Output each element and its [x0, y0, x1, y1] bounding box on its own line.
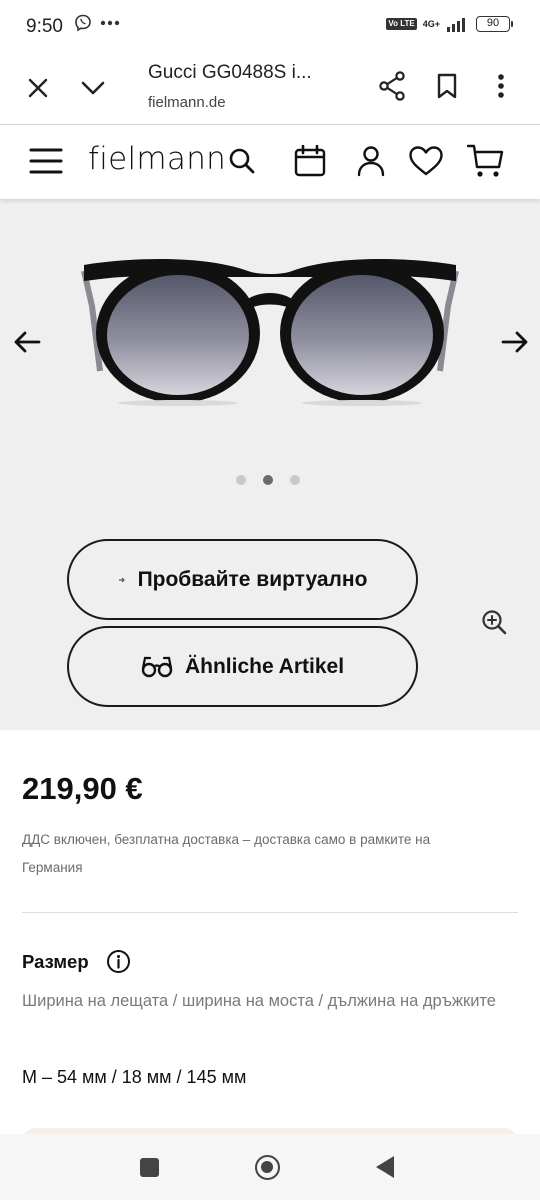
info-icon[interactable]: [106, 949, 131, 974]
battery-icon: 90: [476, 16, 513, 32]
status-time: 9:50: [26, 16, 63, 37]
status-system-icons: Vo LTE 4G+ 90: [386, 16, 513, 32]
chevron-down-icon[interactable]: [78, 74, 108, 102]
browser-toolbar: Gucci GG0488S i... fielmann.de: [0, 52, 540, 124]
close-icon[interactable]: [24, 74, 52, 102]
section-divider: [22, 912, 518, 913]
more-vert-icon[interactable]: [488, 70, 514, 102]
size-value: M – 54 мм / 18 мм / 145 мм: [22, 1067, 247, 1087]
account-icon[interactable]: [353, 143, 389, 179]
cart-icon[interactable]: [466, 143, 506, 179]
product-gallery: Пробвайте виртуално Ähnliche Artikel: [0, 199, 540, 730]
product-image[interactable]: [78, 251, 462, 411]
try-on-icon: [118, 577, 125, 582]
product-price: 219,90 €: [22, 771, 143, 806]
next-image-arrow[interactable]: [500, 327, 530, 357]
page-url[interactable]: fielmann.de: [148, 94, 226, 111]
tax-shipping-note: ДДС включен, безплатна доставка – достав…: [22, 832, 431, 875]
home-icon[interactable]: [255, 1155, 280, 1180]
status-bar: 9:50 Vo LTE 4G+ 90: [0, 0, 540, 52]
viber-icon: [75, 14, 91, 32]
size-description: Ширина на лещата / ширина на моста / дъл…: [22, 992, 496, 1010]
status-notification-icons: [74, 14, 120, 32]
more-horiz-icon: [100, 20, 120, 26]
gallery-dot-active[interactable]: [263, 475, 273, 485]
menu-icon[interactable]: [28, 143, 64, 179]
gallery-dot[interactable]: [236, 475, 246, 485]
system-navigation-bar: [0, 1134, 540, 1200]
share-icon[interactable]: [376, 70, 408, 102]
size-heading: Размер: [22, 951, 89, 972]
site-header: fielmann: [0, 125, 540, 199]
virtual-try-on-label: Пробвайте виртуално: [137, 567, 368, 591]
bookmark-icon[interactable]: [432, 70, 462, 102]
back-icon[interactable]: [376, 1156, 394, 1178]
gallery-pagination: [236, 475, 300, 485]
zoom-in-icon[interactable]: [481, 609, 507, 635]
recent-apps-icon[interactable]: [140, 1158, 159, 1177]
gallery-dot[interactable]: [290, 475, 300, 485]
similar-items-button[interactable]: Ähnliche Artikel: [67, 626, 418, 707]
glasses-icon: [141, 656, 173, 677]
signal-icon: [447, 18, 465, 32]
network-type: 4G+: [422, 19, 440, 29]
volte-badge: Vo LTE: [386, 18, 417, 30]
fielmann-logo[interactable]: fielmann: [88, 141, 226, 177]
calendar-icon[interactable]: [292, 143, 328, 179]
search-icon[interactable]: [224, 143, 260, 179]
previous-image-arrow[interactable]: [12, 327, 42, 357]
page-title[interactable]: Gucci GG0488S i...: [148, 62, 312, 84]
virtual-try-on-button[interactable]: Пробвайте виртуално: [67, 539, 418, 620]
similar-items-label: Ähnliche Artikel: [184, 654, 345, 678]
heart-icon[interactable]: [406, 143, 446, 179]
